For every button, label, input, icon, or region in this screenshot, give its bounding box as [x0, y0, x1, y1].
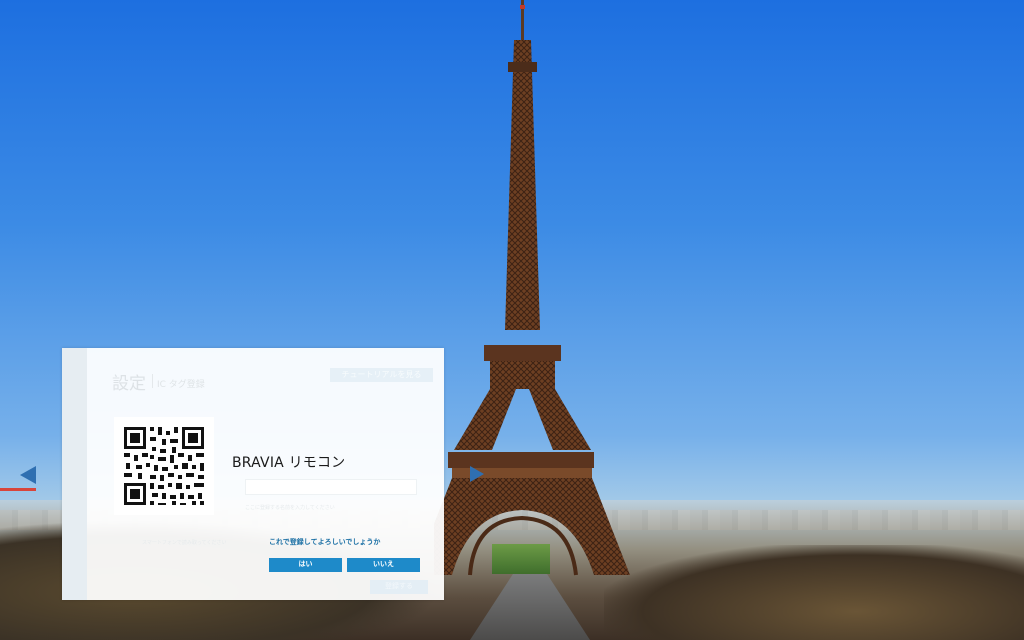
qr-code-icon [114, 417, 214, 515]
panel-subtitle: IC タグ登録 [157, 380, 205, 390]
panel-side-rail [62, 348, 87, 600]
previous-arrow-icon[interactable] [20, 466, 36, 484]
eiffel-tower-image [434, 0, 630, 576]
tutorial-button[interactable]: チュートリアルを見る [330, 368, 433, 382]
no-button[interactable]: いいえ [347, 558, 420, 572]
trees-right [604, 545, 1024, 640]
input-hint: ここに登録する名前を入力してください [245, 505, 335, 511]
app-title: BRAVIA リモコン [232, 455, 346, 471]
red-marker [0, 488, 36, 491]
settings-panel: 設定 IC タグ登録 チュートリアルを見る BRAVIA リモコン ここに登録す… [62, 348, 444, 600]
panel-title: 設定 [112, 374, 146, 394]
title-divider [152, 374, 153, 388]
yes-button[interactable]: はい [269, 558, 342, 572]
register-button[interactable]: 登録する [370, 580, 428, 594]
next-arrow-icon[interactable] [470, 466, 484, 482]
confirm-message: これで登録してよろしいでしょうか [269, 538, 381, 546]
qr-caption: スマートフォンで読み取ってください [142, 540, 227, 546]
name-input[interactable] [245, 479, 417, 495]
